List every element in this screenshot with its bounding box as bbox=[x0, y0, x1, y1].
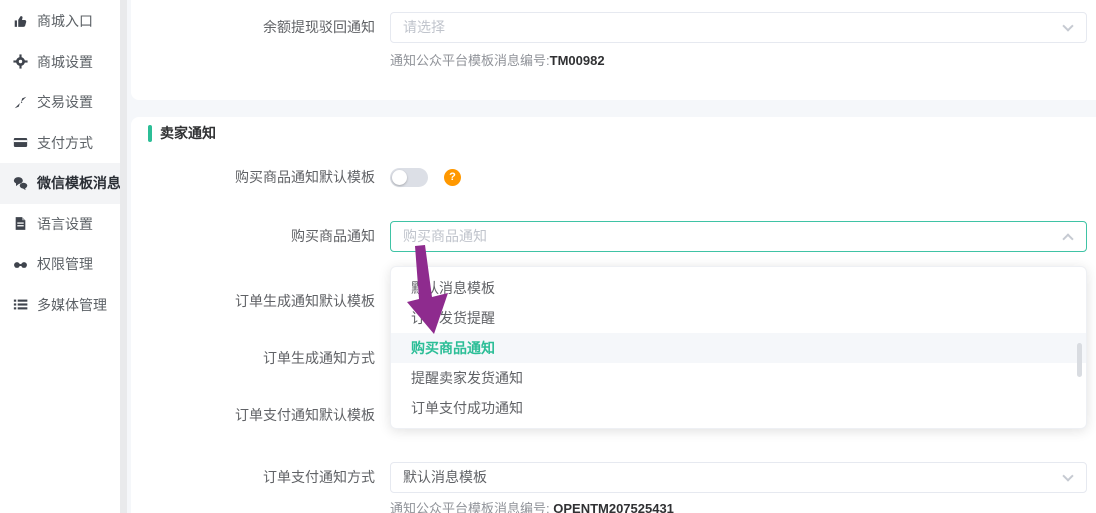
sidebar-item-permission-management[interactable]: 权限管理 bbox=[0, 244, 120, 285]
language-doc-icon bbox=[13, 216, 28, 231]
chevron-down-icon bbox=[1062, 20, 1073, 31]
buy-notice-dropdown: 默认消息模板 订单发货提醒 购买商品通知 提醒卖家发货通知 订单支付成功通知 bbox=[390, 266, 1087, 429]
sidebar-scrollbar[interactable] bbox=[120, 0, 127, 513]
chevron-up-icon bbox=[1062, 233, 1073, 244]
list-icon bbox=[13, 297, 28, 312]
order-create-notice-method-label: 订单生成通知方式 bbox=[131, 348, 375, 368]
hint-code: OPENTM207525431 bbox=[553, 501, 674, 513]
section-accent-bar bbox=[148, 125, 152, 142]
dropdown-option[interactable]: 提醒卖家发货通知 bbox=[391, 363, 1086, 393]
sidebar-item-payment-methods[interactable]: 支付方式 bbox=[0, 123, 120, 164]
sidebar-item-label: 商城入口 bbox=[37, 11, 93, 31]
dropdown-scrollbar[interactable] bbox=[1077, 343, 1082, 377]
sidebar-item-language-settings[interactable]: 语言设置 bbox=[0, 204, 120, 245]
sidebar-item-trade-settings[interactable]: 交易设置 bbox=[0, 82, 120, 123]
select-placeholder: 请选择 bbox=[403, 19, 445, 35]
comments-icon bbox=[13, 176, 28, 191]
sidebar-item-wechat-template-messages[interactable]: 微信模板消息 bbox=[0, 163, 120, 204]
sidebar-item-label: 商城设置 bbox=[37, 52, 93, 72]
dropdown-option[interactable]: 订单发货提醒 bbox=[391, 303, 1086, 333]
sidebar-item-label: 交易设置 bbox=[37, 92, 93, 112]
sidebar-item-label: 多媒体管理 bbox=[37, 295, 107, 315]
bank-card-icon bbox=[13, 135, 28, 150]
buy-notice-label: 购买商品通知 bbox=[131, 226, 375, 246]
chevron-down-icon bbox=[1062, 470, 1073, 481]
sidebar-item-label: 微信模板消息 bbox=[37, 173, 121, 193]
select-value: 默认消息模板 bbox=[403, 469, 487, 485]
sidebar-item-mall-settings[interactable]: 商城设置 bbox=[0, 42, 120, 83]
sidebar-item-label: 权限管理 bbox=[37, 254, 93, 274]
withdraw-reject-notice-select[interactable]: 请选择 bbox=[390, 12, 1087, 43]
hint-code: TM00982 bbox=[550, 53, 605, 68]
order-create-default-template-label: 订单生成通知默认模板 bbox=[131, 291, 375, 311]
withdraw-notice-card: 余额提现驳回通知 请选择 通知公众平台模板消息编号:TM00982 bbox=[131, 0, 1096, 100]
order-pay-notice-method-label: 订单支付通知方式 bbox=[131, 467, 375, 487]
sidebar-item-mall-entrance[interactable]: 商城入口 bbox=[0, 1, 120, 42]
buy-notice-default-template-label: 购买商品通知默认模板 bbox=[131, 167, 375, 187]
buy-notice-select[interactable]: 购买商品通知 bbox=[390, 221, 1087, 252]
thumb-up-icon bbox=[13, 14, 28, 29]
permission-icon bbox=[13, 257, 28, 272]
sidebar: 商城入口 商城设置 交易设置 支付方式 微信模板消息 bbox=[0, 0, 120, 513]
hint-prefix: 通知公众平台模板消息编号: bbox=[390, 53, 550, 68]
sidebar-item-label: 语言设置 bbox=[37, 214, 93, 234]
settings-page: 商城入口 商城设置 交易设置 支付方式 微信模板消息 bbox=[0, 0, 1096, 513]
select-value: 购买商品通知 bbox=[403, 228, 487, 244]
buy-notice-default-template-toggle[interactable] bbox=[390, 168, 428, 187]
template-code-hint: 通知公众平台模板消息编号:TM00982 bbox=[390, 50, 605, 69]
template-code-hint: 通知公众平台模板消息编号: OPENTM207525431 bbox=[390, 498, 674, 513]
hint-prefix: 通知公众平台模板消息编号: bbox=[390, 501, 553, 513]
sidebar-item-label: 支付方式 bbox=[37, 133, 93, 153]
toggle-knob bbox=[392, 170, 407, 185]
dropdown-option-selected[interactable]: 购买商品通知 bbox=[391, 333, 1086, 363]
exchange-icon bbox=[13, 95, 28, 110]
order-pay-default-template-label: 订单支付通知默认模板 bbox=[131, 405, 375, 425]
order-pay-notice-method-select[interactable]: 默认消息模板 bbox=[390, 462, 1087, 493]
dropdown-option[interactable]: 默认消息模板 bbox=[391, 273, 1086, 303]
gear-icon bbox=[13, 54, 28, 69]
section-title: 卖家通知 bbox=[160, 125, 216, 142]
sidebar-item-multimedia-management[interactable]: 多媒体管理 bbox=[0, 285, 120, 326]
help-icon[interactable]: ? bbox=[444, 169, 461, 186]
withdraw-reject-notice-label: 余额提现驳回通知 bbox=[131, 17, 375, 37]
dropdown-option[interactable]: 订单支付成功通知 bbox=[391, 393, 1086, 423]
